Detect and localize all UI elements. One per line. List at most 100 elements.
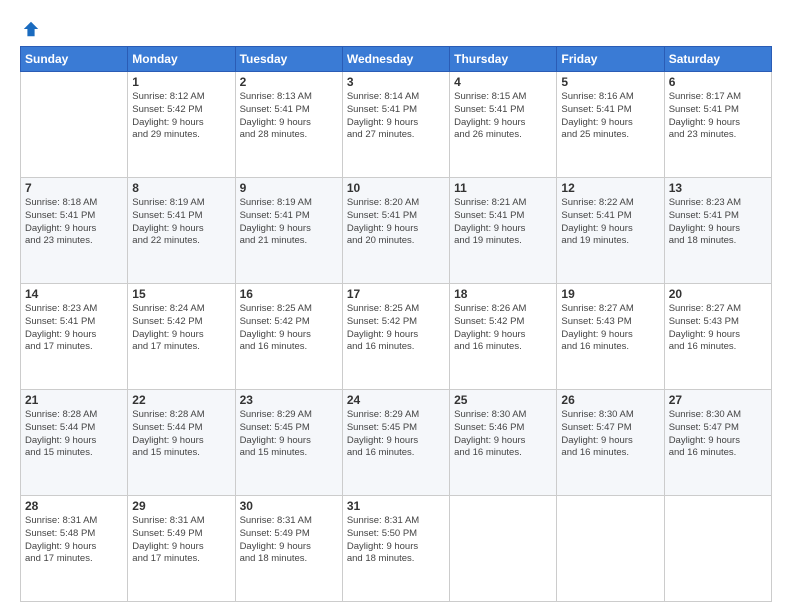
calendar-cell: 2 Sunrise: 8:13 AM Sunset: 5:41 PM Daylig… xyxy=(235,72,342,178)
calendar-cell: 1 Sunrise: 8:12 AM Sunset: 5:42 PM Daylig… xyxy=(128,72,235,178)
calendar-cell xyxy=(450,496,557,602)
day-number: 4 xyxy=(454,75,552,89)
day-number: 19 xyxy=(561,287,659,301)
calendar-week-4: 21 Sunrise: 8:28 AM Sunset: 5:44 PM Dayli… xyxy=(21,390,772,496)
day-info: Sunrise: 8:19 AM Sunset: 5:41 PM Dayligh… xyxy=(132,197,230,248)
calendar-cell: 4 Sunrise: 8:15 AM Sunset: 5:41 PM Daylig… xyxy=(450,72,557,178)
day-info: Sunrise: 8:23 AM Sunset: 5:41 PM Dayligh… xyxy=(669,197,767,248)
day-number: 10 xyxy=(347,181,445,195)
day-info: Sunrise: 8:22 AM Sunset: 5:41 PM Dayligh… xyxy=(561,197,659,248)
day-number: 28 xyxy=(25,499,123,513)
calendar-cell: 28 Sunrise: 8:31 AM Sunset: 5:48 PM Dayli… xyxy=(21,496,128,602)
calendar-cell: 16 Sunrise: 8:25 AM Sunset: 5:42 PM Dayli… xyxy=(235,284,342,390)
calendar-cell: 11 Sunrise: 8:21 AM Sunset: 5:41 PM Dayli… xyxy=(450,178,557,284)
day-info: Sunrise: 8:30 AM Sunset: 5:46 PM Dayligh… xyxy=(454,409,552,460)
day-number: 11 xyxy=(454,181,552,195)
calendar-week-5: 28 Sunrise: 8:31 AM Sunset: 5:48 PM Dayli… xyxy=(21,496,772,602)
day-info: Sunrise: 8:21 AM Sunset: 5:41 PM Dayligh… xyxy=(454,197,552,248)
calendar-cell: 30 Sunrise: 8:31 AM Sunset: 5:49 PM Dayli… xyxy=(235,496,342,602)
day-number: 29 xyxy=(132,499,230,513)
header xyxy=(20,16,772,38)
day-header-tuesday: Tuesday xyxy=(235,47,342,72)
day-info: Sunrise: 8:26 AM Sunset: 5:42 PM Dayligh… xyxy=(454,303,552,354)
calendar-week-2: 7 Sunrise: 8:18 AM Sunset: 5:41 PM Daylig… xyxy=(21,178,772,284)
day-info: Sunrise: 8:19 AM Sunset: 5:41 PM Dayligh… xyxy=(240,197,338,248)
day-info: Sunrise: 8:28 AM Sunset: 5:44 PM Dayligh… xyxy=(25,409,123,460)
calendar-cell: 17Sunrise: 8:25 AM Sunset: 5:42 PM Dayli… xyxy=(342,284,449,390)
calendar-week-3: 14Sunrise: 8:23 AM Sunset: 5:41 PM Dayli… xyxy=(21,284,772,390)
calendar-cell xyxy=(664,496,771,602)
day-info: Sunrise: 8:18 AM Sunset: 5:41 PM Dayligh… xyxy=(25,197,123,248)
calendar-cell: 27Sunrise: 8:30 AM Sunset: 5:47 PM Dayli… xyxy=(664,390,771,496)
day-info: Sunrise: 8:17 AM Sunset: 5:41 PM Dayligh… xyxy=(669,91,767,142)
day-header-saturday: Saturday xyxy=(664,47,771,72)
day-number: 30 xyxy=(240,499,338,513)
day-info: Sunrise: 8:15 AM Sunset: 5:41 PM Dayligh… xyxy=(454,91,552,142)
calendar-cell: 26 Sunrise: 8:30 AM Sunset: 5:47 PM Dayli… xyxy=(557,390,664,496)
calendar-cell: 18Sunrise: 8:26 AM Sunset: 5:42 PM Dayli… xyxy=(450,284,557,390)
day-info: Sunrise: 8:24 AM Sunset: 5:42 PM Dayligh… xyxy=(132,303,230,354)
calendar-cell: 22Sunrise: 8:28 AM Sunset: 5:44 PM Dayli… xyxy=(128,390,235,496)
calendar-cell: 9 Sunrise: 8:19 AM Sunset: 5:41 PM Daylig… xyxy=(235,178,342,284)
calendar-cell: 21 Sunrise: 8:28 AM Sunset: 5:44 PM Dayli… xyxy=(21,390,128,496)
day-number: 13 xyxy=(669,181,767,195)
day-number: 7 xyxy=(25,181,123,195)
day-header-friday: Friday xyxy=(557,47,664,72)
calendar-cell: 7 Sunrise: 8:18 AM Sunset: 5:41 PM Daylig… xyxy=(21,178,128,284)
calendar-cell: 29 Sunrise: 8:31 AM Sunset: 5:49 PM Dayli… xyxy=(128,496,235,602)
day-number: 20 xyxy=(669,287,767,301)
day-info: Sunrise: 8:31 AM Sunset: 5:50 PM Dayligh… xyxy=(347,515,445,566)
day-number: 27 xyxy=(669,393,767,407)
day-number: 2 xyxy=(240,75,338,89)
day-header-monday: Monday xyxy=(128,47,235,72)
calendar-cell: 19 Sunrise: 8:27 AM Sunset: 5:43 PM Dayli… xyxy=(557,284,664,390)
day-info: Sunrise: 8:29 AM Sunset: 5:45 PM Dayligh… xyxy=(240,409,338,460)
day-info: Sunrise: 8:25 AM Sunset: 5:42 PM Dayligh… xyxy=(240,303,338,354)
day-info: Sunrise: 8:13 AM Sunset: 5:41 PM Dayligh… xyxy=(240,91,338,142)
day-number: 15 xyxy=(132,287,230,301)
day-info: Sunrise: 8:31 AM Sunset: 5:49 PM Dayligh… xyxy=(132,515,230,566)
day-info: Sunrise: 8:30 AM Sunset: 5:47 PM Dayligh… xyxy=(561,409,659,460)
calendar-week-1: 1 Sunrise: 8:12 AM Sunset: 5:42 PM Daylig… xyxy=(21,72,772,178)
calendar-cell: 14Sunrise: 8:23 AM Sunset: 5:41 PM Dayli… xyxy=(21,284,128,390)
calendar-cell: 20 Sunrise: 8:27 AM Sunset: 5:43 PM Dayli… xyxy=(664,284,771,390)
day-number: 8 xyxy=(132,181,230,195)
calendar-header-row: SundayMondayTuesdayWednesdayThursdayFrid… xyxy=(21,47,772,72)
day-number: 6 xyxy=(669,75,767,89)
day-info: Sunrise: 8:12 AM Sunset: 5:42 PM Dayligh… xyxy=(132,91,230,142)
calendar-cell: 15 Sunrise: 8:24 AM Sunset: 5:42 PM Dayli… xyxy=(128,284,235,390)
day-number: 24 xyxy=(347,393,445,407)
calendar-cell: 5 Sunrise: 8:16 AM Sunset: 5:41 PM Daylig… xyxy=(557,72,664,178)
logo-icon xyxy=(22,20,40,38)
day-info: Sunrise: 8:16 AM Sunset: 5:41 PM Dayligh… xyxy=(561,91,659,142)
calendar-cell: 6 Sunrise: 8:17 AM Sunset: 5:41 PM Daylig… xyxy=(664,72,771,178)
calendar-table: SundayMondayTuesdayWednesdayThursdayFrid… xyxy=(20,46,772,602)
day-number: 26 xyxy=(561,393,659,407)
day-number: 31 xyxy=(347,499,445,513)
day-info: Sunrise: 8:31 AM Sunset: 5:49 PM Dayligh… xyxy=(240,515,338,566)
day-info: Sunrise: 8:27 AM Sunset: 5:43 PM Dayligh… xyxy=(561,303,659,354)
calendar-cell: 23 Sunrise: 8:29 AM Sunset: 5:45 PM Dayli… xyxy=(235,390,342,496)
day-header-sunday: Sunday xyxy=(21,47,128,72)
day-info: Sunrise: 8:14 AM Sunset: 5:41 PM Dayligh… xyxy=(347,91,445,142)
calendar-cell: 25 Sunrise: 8:30 AM Sunset: 5:46 PM Dayli… xyxy=(450,390,557,496)
day-number: 1 xyxy=(132,75,230,89)
day-number: 9 xyxy=(240,181,338,195)
calendar-cell xyxy=(21,72,128,178)
day-info: Sunrise: 8:20 AM Sunset: 5:41 PM Dayligh… xyxy=(347,197,445,248)
calendar-cell: 12 Sunrise: 8:22 AM Sunset: 5:41 PM Dayli… xyxy=(557,178,664,284)
day-number: 25 xyxy=(454,393,552,407)
day-number: 21 xyxy=(25,393,123,407)
day-number: 16 xyxy=(240,287,338,301)
day-number: 12 xyxy=(561,181,659,195)
day-number: 23 xyxy=(240,393,338,407)
day-info: Sunrise: 8:31 AM Sunset: 5:48 PM Dayligh… xyxy=(25,515,123,566)
day-number: 5 xyxy=(561,75,659,89)
calendar-cell xyxy=(557,496,664,602)
day-number: 22 xyxy=(132,393,230,407)
day-info: Sunrise: 8:27 AM Sunset: 5:43 PM Dayligh… xyxy=(669,303,767,354)
calendar-cell: 3 Sunrise: 8:14 AM Sunset: 5:41 PM Daylig… xyxy=(342,72,449,178)
day-info: Sunrise: 8:23 AM Sunset: 5:41 PM Dayligh… xyxy=(25,303,123,354)
calendar-cell: 13 Sunrise: 8:23 AM Sunset: 5:41 PM Dayli… xyxy=(664,178,771,284)
day-number: 3 xyxy=(347,75,445,89)
